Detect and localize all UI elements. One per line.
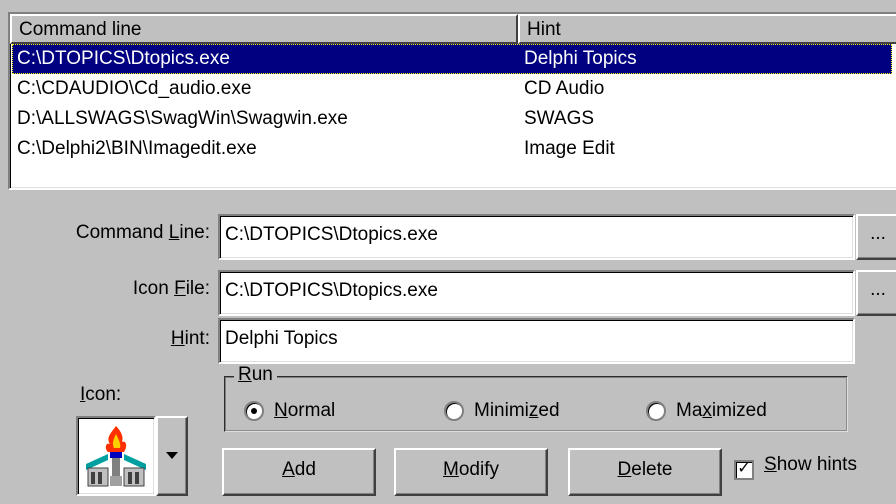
command-line-label: Command Line: [30,222,210,244]
browse-command-button[interactable]: ... [856,214,896,260]
label-accel: L [168,222,180,243]
button-text: elete [631,459,673,480]
column-header-hint[interactable]: Hint [518,14,896,44]
column-header-command-line[interactable]: Command line [10,14,518,44]
radio-label: Minimized [474,400,560,421]
list-item-hint: CD Audio [524,78,605,99]
command-list[interactable]: Command line Hint C:\DTOPICS\Dtopics.exe… [8,12,896,190]
label-text: con: [85,384,122,405]
list-item-command: C:\DTOPICS\Dtopics.exe [17,48,230,69]
radio-label: Normal [274,400,336,421]
list-item-command: C:\Delphi2\BIN\Imagedit.exe [17,138,257,159]
list-item[interactable]: C:\CDAUDIO\Cd_audio.exe CD Audio [12,74,892,104]
label-text: Command [75,222,169,243]
label-text: Icon [132,278,175,299]
list-item-command: C:\CDAUDIO\Cd_audio.exe [17,78,252,99]
delete-button[interactable]: Delete [568,448,722,496]
show-hints-label[interactable]: Show hints [764,454,857,476]
hint-label: Hint: [30,328,210,350]
label-accel: F [174,278,186,299]
add-button[interactable]: Add [222,448,376,496]
torch-building-icon [86,426,146,487]
radio-label: Maximized [676,400,767,421]
button-accel: M [443,459,459,480]
check-mark-icon: ✓ [737,460,751,477]
list-item[interactable]: C:\DTOPICS\Dtopics.exe Delphi Topics [12,44,892,74]
button-text: odify [458,459,499,480]
list-item-hint: SWAGS [524,108,595,129]
label-accel: H [170,328,185,349]
hint-field[interactable]: Delphi Topics [218,318,855,364]
label-text: ile: [185,278,210,299]
show-hints-checkbox[interactable]: ✓ [734,460,754,480]
icon-label: Icon: [80,384,121,406]
button-accel: A [282,459,295,480]
triangle-down-icon [166,452,178,459]
label-text: int: [184,328,210,349]
radio-circle [244,401,264,421]
list-item-hint: Delphi Topics [524,48,637,69]
legend-text: un [251,364,273,385]
list-item[interactable]: C:\Delphi2\BIN\Imagedit.exe Image Edit [12,134,892,164]
button-text: dd [294,459,316,480]
run-legend: Run [234,364,277,386]
browse-icon-button[interactable]: ... [856,270,896,316]
icon-preview[interactable] [76,416,156,496]
radio-circle [444,401,464,421]
button-accel: D [617,459,632,480]
icon-dropdown-button[interactable] [156,416,188,496]
icon-file-label: Icon File: [30,278,210,300]
command-line-field[interactable]: C:\DTOPICS\Dtopics.exe [218,214,855,260]
modify-button[interactable]: Modify [394,448,548,496]
icon-file-field[interactable]: C:\DTOPICS\Dtopics.exe [218,270,855,316]
label-text: ine: [179,222,210,243]
legend-accel: R [238,364,252,385]
radio-circle [646,401,666,421]
list-item-command: D:\ALLSWAGS\SwagWin\Swagwin.exe [17,108,348,129]
radio-dot [251,408,257,414]
list-item[interactable]: D:\ALLSWAGS\SwagWin\Swagwin.exe SWAGS [12,104,892,134]
list-item-hint: Image Edit [524,138,615,159]
